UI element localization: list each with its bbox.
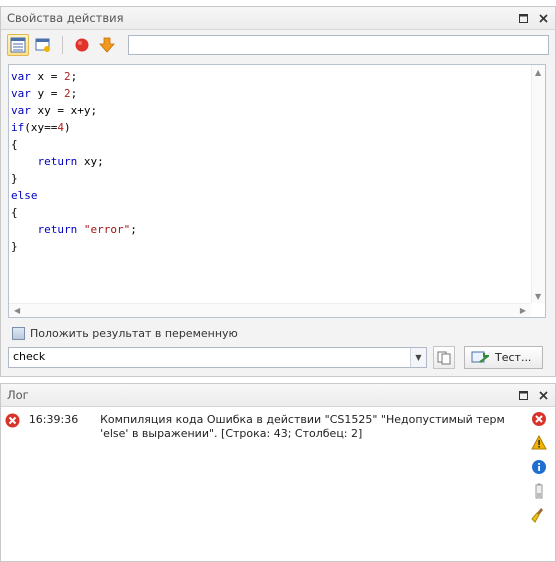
- code-line[interactable]: var y = 2;: [11, 85, 529, 102]
- log-message: Компиляция кода Ошибка в действии "CS152…: [100, 413, 505, 440]
- restore-icon[interactable]: [517, 12, 529, 24]
- toolbar-divider: [62, 36, 64, 54]
- log-filter-bar: [531, 411, 547, 523]
- toolbar-input[interactable]: [128, 35, 549, 55]
- log-body: 16:39:36 Компиляция кода Ошибка в действ…: [1, 407, 555, 561]
- toolbar: [1, 30, 555, 60]
- code-line[interactable]: {: [11, 136, 529, 153]
- scroll-left-icon[interactable]: ◀: [14, 306, 20, 315]
- code-line[interactable]: return xy;: [11, 153, 529, 170]
- store-result-label: Положить результат в переменную: [30, 327, 238, 340]
- code-line[interactable]: return "error";: [11, 221, 529, 238]
- horizontal-scrollbar[interactable]: ◀ ▶: [9, 303, 531, 317]
- variable-value[interactable]: check: [9, 348, 410, 367]
- settings-view-icon: [35, 38, 51, 52]
- code-line[interactable]: }: [11, 238, 529, 255]
- log-header: Лог: [1, 384, 555, 407]
- copy-button[interactable]: [433, 346, 455, 369]
- code-line[interactable]: var x = 2;: [11, 68, 529, 85]
- download-arrow-icon: [99, 37, 116, 53]
- copy-icon: [437, 351, 451, 364]
- log-panel: Лог 16:39:36 Компиляция кода Ошибка в де…: [0, 383, 556, 562]
- close-icon[interactable]: [537, 12, 549, 24]
- code-line[interactable]: else: [11, 187, 529, 204]
- scroll-right-icon[interactable]: ▶: [520, 306, 526, 315]
- clear-broom-icon[interactable]: [531, 507, 547, 523]
- code-editor[interactable]: var x = 2; var y = 2; var xy = x+y; if(xy==…: [8, 64, 546, 318]
- stop-icon: [75, 38, 89, 52]
- info-filter-icon[interactable]: [531, 459, 547, 475]
- log-entry[interactable]: 16:39:36 Компиляция кода Ошибка в действ…: [5, 413, 515, 441]
- error-icon: [5, 413, 20, 428]
- code-line[interactable]: }: [11, 170, 529, 187]
- panel-title: Свойства действия: [7, 11, 124, 25]
- scroll-up-icon[interactable]: ▲: [535, 68, 541, 77]
- log-time: 16:39:36: [28, 413, 79, 426]
- download-button[interactable]: [97, 34, 119, 56]
- code-line[interactable]: if(xy==4): [11, 119, 529, 136]
- warning-filter-icon[interactable]: [531, 435, 547, 451]
- battery-icon[interactable]: [531, 483, 547, 499]
- vertical-scrollbar[interactable]: ▲ ▼: [531, 65, 545, 303]
- panel-header: Свойства действия: [1, 7, 555, 30]
- error-filter-icon[interactable]: [531, 411, 547, 427]
- log-title: Лог: [7, 388, 29, 402]
- code-line[interactable]: var xy = x+y;: [11, 102, 529, 119]
- restore-icon[interactable]: [517, 389, 529, 401]
- test-button[interactable]: Тест...: [464, 346, 543, 369]
- variable-select[interactable]: check ▼: [8, 347, 427, 368]
- code-view-icon: [10, 37, 26, 53]
- store-result-row[interactable]: Положить результат в переменную: [12, 327, 238, 340]
- test-icon: [471, 351, 489, 363]
- test-label: Тест...: [495, 351, 532, 364]
- scroll-down-icon[interactable]: ▼: [535, 292, 541, 301]
- store-result-checkbox[interactable]: [12, 327, 25, 340]
- code-line[interactable]: {: [11, 204, 529, 221]
- settings-view-button[interactable]: [33, 34, 55, 56]
- stop-button[interactable]: [71, 34, 93, 56]
- close-icon[interactable]: [537, 389, 549, 401]
- chevron-down-icon[interactable]: ▼: [410, 348, 426, 367]
- code-view-button[interactable]: [7, 34, 29, 56]
- code-text[interactable]: var x = 2; var y = 2; var xy = x+y; if(xy==…: [11, 68, 529, 301]
